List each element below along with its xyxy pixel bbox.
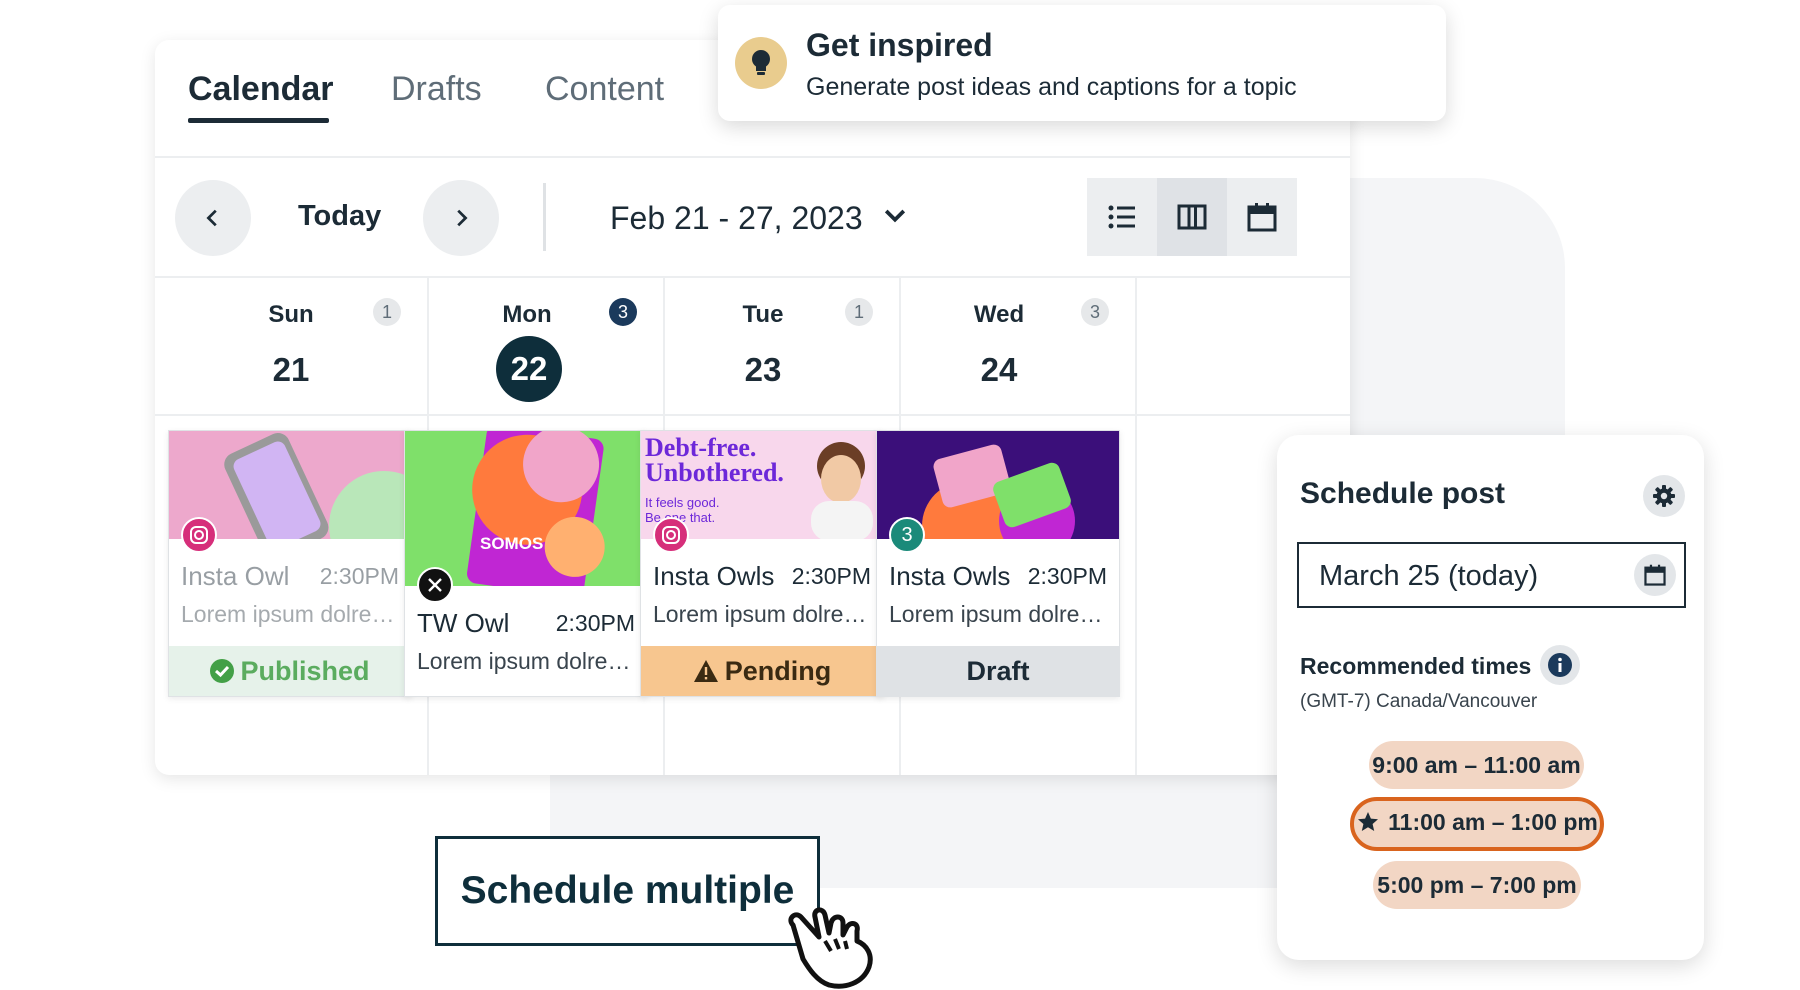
chevron-left-icon bbox=[206, 209, 217, 227]
thumbnail-brand: SOMOS bbox=[480, 534, 543, 553]
instagram-badge bbox=[181, 517, 217, 553]
chevron-right-icon bbox=[457, 209, 468, 227]
day-header bbox=[1099, 278, 1350, 416]
tab-content[interactable]: Content bbox=[545, 70, 664, 109]
post-card[interactable]: 3 Insta Owls 2:30PM Lorem ipsum dolrem… … bbox=[876, 430, 1120, 697]
settings-button[interactable] bbox=[1643, 475, 1685, 517]
schedule-date-value: March 25 (today) bbox=[1319, 560, 1539, 592]
post-description: Lorem ipsum dolre… bbox=[181, 601, 395, 627]
day-column-sun: Sun 1 21 Insta Owl 2:30PM Lorem ipsum do… bbox=[155, 278, 429, 775]
calendar-toolbar: Today Feb 21 - 27, 2023 bbox=[155, 158, 1350, 278]
post-time: 2:30PM bbox=[1027, 563, 1107, 589]
day-column-mon: Mon 3 22 SOMOS TW Owl 2:30PM Lorem ipsum… bbox=[391, 278, 665, 775]
post-description: Lorem ipsum dolre… bbox=[653, 601, 867, 627]
status-draft: Draft bbox=[877, 646, 1119, 696]
svg-text:Unbothered.: Unbothered. bbox=[645, 458, 784, 487]
date-range-label[interactable]: Feb 21 - 27, 2023 bbox=[610, 200, 863, 237]
inspired-title: Get inspired bbox=[806, 27, 993, 63]
post-card[interactable]: Debt-free. Unbothered. It feels good. Be… bbox=[640, 430, 884, 697]
status-label: Published bbox=[240, 656, 370, 686]
day-header: Tue 1 23 bbox=[627, 278, 899, 416]
schedule-multiple-button[interactable]: Schedule multiple bbox=[435, 836, 820, 946]
day-number: 23 bbox=[744, 351, 782, 388]
prev-week-button[interactable] bbox=[175, 180, 251, 256]
svg-text:It feels good.: It feels good. bbox=[645, 495, 719, 510]
today-day-number: 22 bbox=[496, 336, 562, 402]
day-header: Sun 1 21 bbox=[155, 278, 427, 416]
day-number: 24 bbox=[980, 351, 1018, 388]
week-view-button[interactable] bbox=[1157, 178, 1227, 256]
post-title: Insta Owls bbox=[653, 561, 775, 591]
today-button[interactable]: Today bbox=[298, 200, 381, 233]
week-grid: Sun 1 21 Insta Owl 2:30PM Lorem ipsum do… bbox=[155, 278, 1350, 775]
post-description: Lorem ipsum dolrem… bbox=[889, 601, 1111, 627]
tab-drafts[interactable]: Drafts bbox=[391, 70, 482, 109]
day-header: Wed 3 24 bbox=[863, 278, 1135, 416]
info-icon bbox=[1548, 653, 1572, 677]
schedule-post-title: Schedule post bbox=[1300, 477, 1506, 510]
lightbulb-icon-wrap bbox=[735, 37, 787, 89]
warning-icon bbox=[693, 660, 718, 682]
timezone-label: (GMT-7) Canada/Vancouver bbox=[1300, 691, 1538, 712]
schedule-date-field[interactable]: March 25 (today) bbox=[1297, 542, 1686, 608]
recommended-times-label: Recommended times bbox=[1300, 653, 1532, 679]
day-header: Mon 3 22 bbox=[391, 278, 663, 416]
check-circle-icon bbox=[210, 659, 235, 683]
active-tab-indicator bbox=[188, 118, 329, 123]
month-view-button[interactable] bbox=[1227, 178, 1297, 256]
instagram-icon bbox=[190, 526, 208, 544]
post-card[interactable]: SOMOS TW Owl 2:30PM Lorem ipsum dolre… bbox=[404, 430, 648, 697]
post-description: Lorem ipsum dolre… bbox=[417, 648, 631, 674]
time-slot-label: 11:00 am – 1:00 pm bbox=[1388, 809, 1598, 835]
list-view-button[interactable] bbox=[1087, 178, 1157, 256]
time-slot[interactable]: 5:00 pm – 7:00 pm bbox=[1373, 861, 1581, 909]
next-week-button[interactable] bbox=[423, 180, 499, 256]
inspired-subtitle: Generate post ideas and captions for a t… bbox=[806, 73, 1297, 101]
x-badge bbox=[417, 567, 453, 603]
date-picker-button[interactable] bbox=[1634, 554, 1676, 596]
status-label: Pending bbox=[724, 656, 832, 686]
post-time: 2:30PM bbox=[319, 563, 399, 589]
post-time: 2:30PM bbox=[555, 610, 635, 636]
calendar-icon bbox=[1644, 564, 1666, 586]
schedule-post-panel: Schedule post March 25 (today) Recommend… bbox=[1277, 435, 1704, 960]
post-thumbnail: SOMOS bbox=[405, 431, 647, 586]
calendar-card: Calendar Drafts Content Today Feb 21 - 2… bbox=[155, 40, 1350, 775]
info-button[interactable] bbox=[1540, 645, 1580, 685]
post-title: Insta Owls bbox=[889, 561, 1011, 591]
x-icon bbox=[428, 578, 442, 592]
instagram-badge bbox=[653, 517, 689, 553]
list-view-icon bbox=[1108, 205, 1135, 229]
gear-icon bbox=[1653, 485, 1675, 507]
post-title: TW Owl bbox=[417, 608, 510, 638]
post-title: Insta Owl bbox=[181, 561, 290, 591]
pointer-hand-icon bbox=[788, 907, 873, 989]
column-view-icon bbox=[1177, 204, 1207, 230]
day-number: 21 bbox=[272, 351, 310, 388]
star-icon bbox=[1358, 812, 1379, 831]
status-published: Published bbox=[169, 646, 411, 696]
network-count-badge: 3 bbox=[889, 517, 925, 553]
day-column-tue: Tue 1 23 Debt-free. Unbothered. It feels… bbox=[627, 278, 901, 775]
tab-calendar[interactable]: Calendar bbox=[188, 70, 334, 109]
instagram-icon bbox=[662, 526, 680, 544]
calendar-view-icon bbox=[1247, 203, 1277, 232]
view-switcher bbox=[1087, 178, 1297, 256]
time-slot[interactable]: 9:00 am – 11:00 am bbox=[1369, 741, 1584, 789]
toolbar-divider bbox=[543, 183, 546, 251]
time-slot-selected[interactable]: 11:00 am – 1:00 pm bbox=[1350, 797, 1604, 851]
day-column-wed: Wed 3 24 3 Insta Owls 2:30PM Lorem ipsum… bbox=[863, 278, 1137, 775]
get-inspired-popup[interactable]: Get inspired Generate post ideas and cap… bbox=[718, 5, 1446, 121]
chevron-down-icon[interactable] bbox=[880, 201, 910, 231]
status-pending: Pending bbox=[641, 646, 883, 696]
post-card[interactable]: Insta Owl 2:30PM Lorem ipsum dolre… Publ… bbox=[168, 430, 412, 697]
lightbulb-icon bbox=[752, 50, 770, 75]
post-time: 2:30PM bbox=[791, 563, 871, 589]
